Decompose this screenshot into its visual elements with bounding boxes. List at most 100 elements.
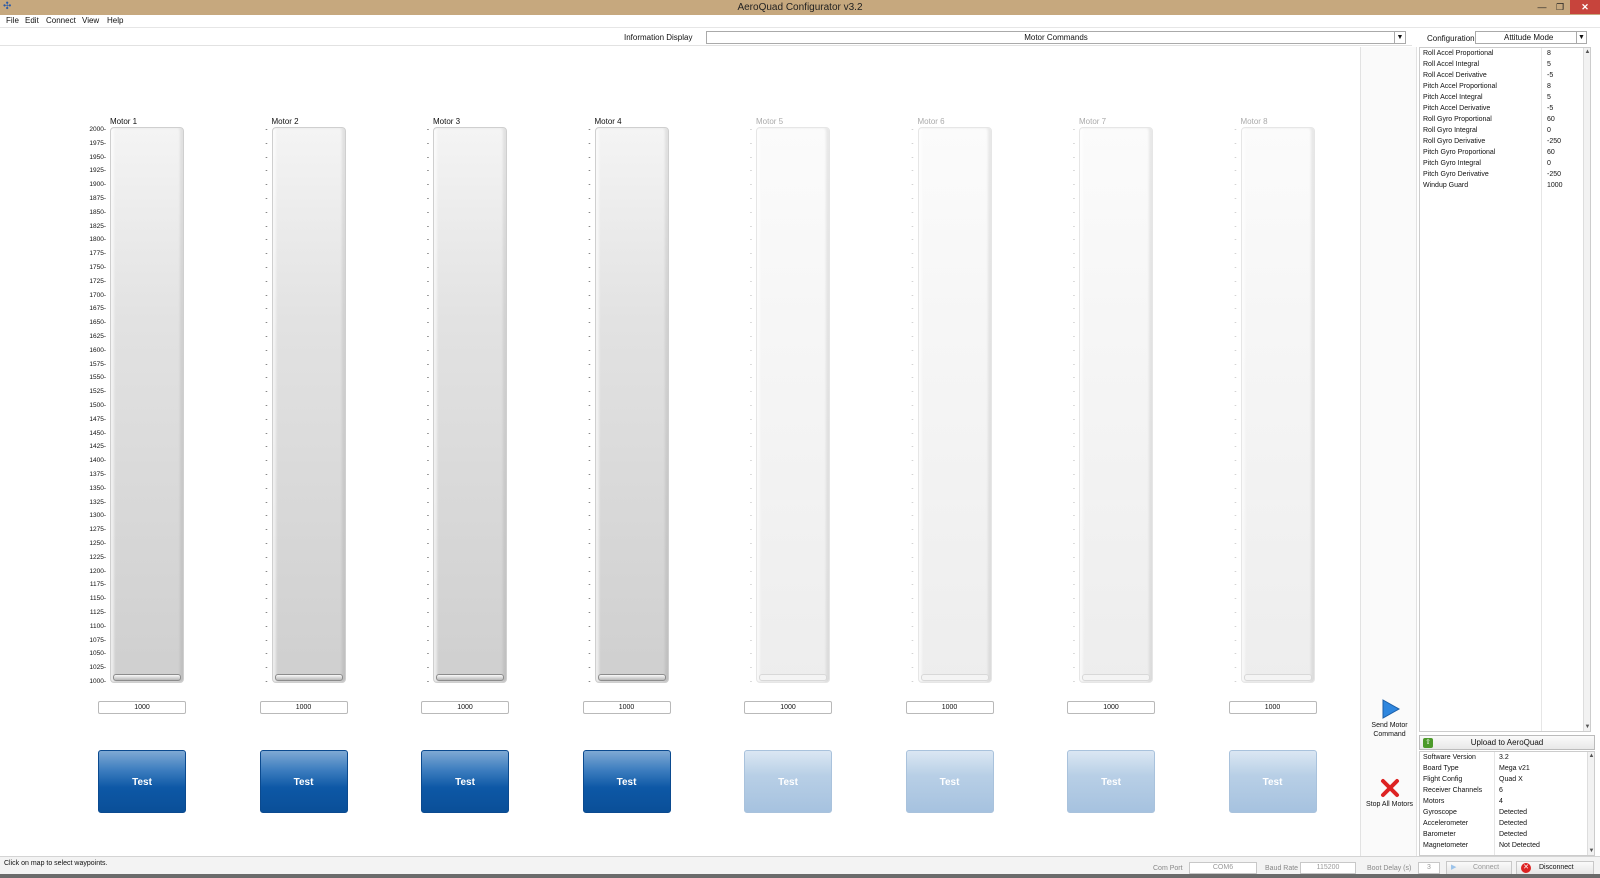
parameter-row[interactable]: Roll Gyro Integral 0 (1420, 125, 1585, 136)
menu-edit[interactable]: Edit (25, 16, 39, 25)
gauge-level-handle[interactable] (1082, 674, 1150, 681)
disconnect-button[interactable]: ✕ Disconnect (1516, 861, 1594, 875)
motor-throttle-gauge[interactable] (271, 127, 346, 683)
upload-button[interactable]: ⇧ Upload to AeroQuad (1419, 735, 1595, 750)
scale-tick-label: - (1072, 181, 1075, 189)
motor-test-button[interactable]: Test (582, 750, 671, 813)
scale-tick-label: - (1072, 236, 1075, 244)
close-button[interactable]: ✕ (1570, 0, 1600, 14)
menu-help[interactable]: Help (107, 16, 123, 25)
motor-test-button[interactable]: Test (98, 750, 186, 813)
gauge-level-handle[interactable] (597, 674, 666, 681)
parameter-value[interactable]: -250 (1547, 169, 1561, 180)
parameter-row[interactable]: Roll Accel Proportional 8 (1420, 48, 1585, 59)
baud-rate-select[interactable]: 115200 (1300, 862, 1356, 874)
motor-value-input[interactable]: 1000 (1228, 701, 1317, 714)
scale-tick-label: - (265, 153, 268, 161)
motor-throttle-gauge[interactable] (1240, 127, 1315, 683)
parameter-value[interactable]: -250 (1547, 136, 1561, 147)
maximize-button[interactable]: ❐ (1548, 0, 1572, 14)
motor-value-input[interactable]: 1000 (744, 701, 832, 714)
parameter-row[interactable]: Roll Accel Derivative -5 (1420, 70, 1585, 81)
chevron-down-icon[interactable]: ▼ (1394, 32, 1405, 43)
parameter-row[interactable]: Pitch Accel Derivative -5 (1420, 103, 1585, 114)
parameter-scrollbar[interactable]: ▲ ▼ (1583, 48, 1590, 731)
scale-tick-label: - (749, 498, 752, 506)
menu-file[interactable]: File (6, 16, 19, 25)
motor-value-input[interactable]: 1000 (259, 701, 348, 714)
chevron-down-icon[interactable]: ▼ (1576, 32, 1586, 43)
parameter-row[interactable]: Pitch Accel Integral 5 (1420, 92, 1585, 103)
motor-value-input[interactable]: 1000 (1067, 701, 1155, 714)
gauge-level-handle[interactable] (274, 674, 343, 681)
info-display-select[interactable]: Motor Commands ▼ (706, 31, 1406, 44)
info-scrollbar[interactable]: ▲ ▼ (1587, 752, 1594, 855)
gauge-level-handle[interactable] (920, 674, 989, 681)
scale-tick-label: - (1072, 126, 1075, 133)
gauge-level-handle[interactable] (113, 674, 181, 681)
menu-view[interactable]: View (82, 16, 99, 25)
scale-tick-label: - (1234, 512, 1237, 520)
scale-tick-label: - (588, 402, 591, 409)
scale-tick-label: - (749, 429, 752, 437)
parameter-value[interactable]: 5 (1547, 92, 1551, 103)
motor-throttle-gauge[interactable] (1079, 127, 1153, 683)
parameter-row[interactable]: Pitch Gyro Integral 0 (1420, 158, 1585, 169)
boot-delay-value: 3 (1427, 864, 1431, 871)
motor-throttle-gauge[interactable] (917, 127, 992, 683)
parameter-value[interactable]: 5 (1547, 59, 1551, 70)
menu-connect[interactable]: Connect (46, 16, 76, 25)
scale-tick-label: - (1072, 264, 1075, 271)
gauge-level-handle[interactable] (436, 674, 504, 681)
parameter-value[interactable]: 8 (1547, 48, 1551, 59)
connect-button[interactable]: ▶ Connect (1446, 861, 1512, 875)
motor-test-button[interactable]: Test (1067, 750, 1155, 813)
scale-tick-label: - (911, 553, 914, 561)
parameter-row[interactable]: Roll Gyro Proportional 60 (1420, 114, 1585, 125)
scale-tick-label: - (588, 319, 591, 327)
parameter-value[interactable]: -5 (1547, 70, 1553, 81)
motor-value-input[interactable]: 1000 (98, 701, 186, 714)
parameter-row[interactable]: Windup Guard 1000 (1420, 180, 1585, 191)
scale-tick-label: - (911, 360, 914, 368)
parameter-value[interactable]: 1000 (1547, 180, 1563, 191)
motor-test-button[interactable]: Test (421, 750, 509, 813)
scale-tick-label: - (426, 636, 429, 644)
motor-throttle-gauge[interactable] (756, 127, 830, 683)
motor-test-button[interactable]: Test (1228, 750, 1317, 813)
motor-test-button[interactable]: Test (905, 750, 994, 813)
parameter-row[interactable]: Pitch Gyro Derivative -250 (1420, 169, 1585, 180)
send-motor-command-button[interactable]: Send Motor Command (1361, 699, 1418, 739)
scale-tick-label: - (749, 291, 752, 299)
motor-panel: Motor 1 2000- 1975- 1950- 1925- 1900- 1875- 185… (0, 47, 1360, 856)
motor-throttle-gauge[interactable] (110, 127, 184, 683)
parameter-row[interactable]: Roll Gyro Derivative -250 (1420, 136, 1585, 147)
parameter-value[interactable]: 0 (1547, 158, 1551, 169)
parameter-value[interactable]: 8 (1547, 81, 1551, 92)
motor-throttle-gauge[interactable] (594, 127, 669, 683)
parameter-row[interactable]: Pitch Accel Proportional 8 (1420, 81, 1585, 92)
motor-test-button[interactable]: Test (259, 750, 348, 813)
parameter-value[interactable]: 0 (1547, 125, 1551, 136)
scroll-down-icon[interactable]: ▼ (1588, 847, 1594, 855)
stop-all-motors-button[interactable]: Stop All Motors (1361, 778, 1418, 809)
parameter-name: Pitch Accel Integral (1423, 94, 1483, 101)
motor-value-input[interactable]: 1000 (905, 701, 994, 714)
motor-test-button[interactable]: Test (744, 750, 832, 813)
parameter-value[interactable]: 60 (1547, 114, 1555, 125)
gauge-level-handle[interactable] (1243, 674, 1312, 681)
parameter-row[interactable]: Pitch Gyro Proportional 60 (1420, 147, 1585, 158)
motor-value-input[interactable]: 1000 (582, 701, 671, 714)
motor-throttle-gauge[interactable] (433, 127, 507, 683)
parameter-value[interactable]: -5 (1547, 103, 1553, 114)
configuration-select[interactable]: Attitude Mode ▼ (1475, 31, 1587, 44)
scroll-up-icon[interactable]: ▲ (1588, 752, 1594, 760)
motor-value-input[interactable]: 1000 (421, 701, 509, 714)
parameter-row[interactable]: Roll Accel Integral 5 (1420, 59, 1585, 70)
gauge-level-handle[interactable] (759, 674, 827, 681)
com-port-select[interactable]: COM6 (1189, 862, 1257, 874)
parameter-value[interactable]: 60 (1547, 147, 1555, 158)
scroll-up-icon[interactable]: ▲ (1584, 48, 1590, 56)
boot-delay-input[interactable]: 3 (1418, 862, 1440, 874)
scroll-down-icon[interactable]: ▼ (1584, 723, 1590, 731)
